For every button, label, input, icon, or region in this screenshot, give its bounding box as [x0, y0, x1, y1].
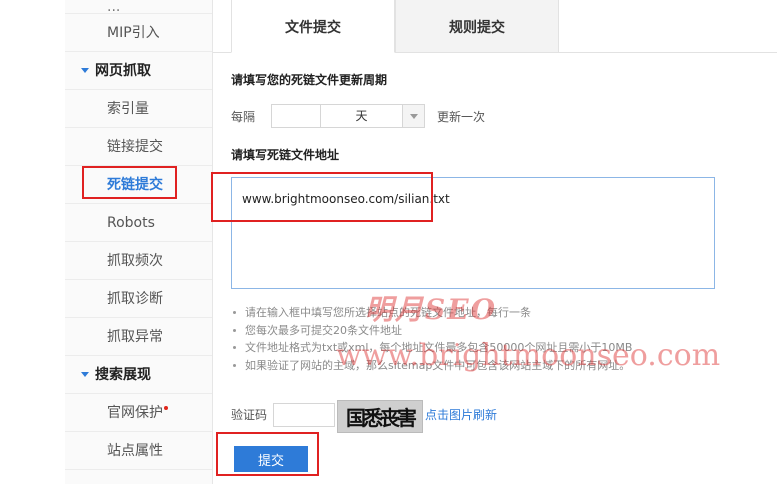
- main-panel: 文件提交 规则提交 请填写您的死链文件更新周期 每隔 天 更新一次 请填写死链文…: [213, 0, 777, 484]
- caret-down-icon: [81, 68, 89, 73]
- sidebar-item-crawl-diagnosis[interactable]: 抓取诊断: [65, 280, 212, 318]
- captcha-input[interactable]: [273, 402, 336, 427]
- tab-bar: 文件提交 规则提交: [231, 0, 559, 53]
- caret-down-icon: [81, 372, 89, 377]
- sidebar-item-clipped[interactable]: ...: [65, 0, 212, 14]
- period-suffix: 更新一次: [437, 109, 486, 124]
- sidebar-item-index[interactable]: 索引量: [65, 90, 212, 128]
- sidebar-group-crawl[interactable]: 网页抓取: [65, 52, 212, 90]
- period-title: 请填写您的死链文件更新周期: [231, 73, 388, 87]
- captcha-label: 验证码: [231, 408, 268, 422]
- notification-dot-icon: [164, 406, 168, 410]
- sidebar-item-crawl-errors[interactable]: 抓取异常: [65, 318, 212, 356]
- submit-button[interactable]: 提交: [234, 446, 308, 472]
- dropdown-arrow-icon[interactable]: [402, 105, 425, 127]
- captcha-row: 验证码 国悉丧害 点击图片刷新: [231, 398, 497, 433]
- watermark-url: www.brightmoonseo.com: [336, 338, 721, 373]
- sidebar-item-crawl-frequency[interactable]: 抓取频次: [65, 242, 212, 280]
- sidebar-group-display[interactable]: 搜索展现: [65, 356, 212, 394]
- sidebar-nav: ... MIP引入 网页抓取 索引量 链接提交 死链提交 Robots 抓取频次…: [65, 0, 213, 484]
- every-label: 每隔: [231, 109, 256, 124]
- sidebar-item-site-protection[interactable]: 官网保护: [65, 394, 212, 432]
- sidebar-item-link-submit[interactable]: 链接提交: [65, 128, 212, 166]
- period-unit-select[interactable]: 天: [321, 104, 426, 128]
- url-title: 请填写死链文件地址: [231, 148, 340, 162]
- period-row: 每隔 天 更新一次: [231, 104, 485, 128]
- captcha-image[interactable]: 国悉丧害: [337, 400, 424, 433]
- sidebar-item-robots[interactable]: Robots: [65, 204, 212, 242]
- sidebar-item-mip[interactable]: MIP引入: [65, 14, 212, 52]
- refresh-captcha-link[interactable]: 点击图片刷新: [425, 406, 497, 423]
- tab-rule-submit[interactable]: 规则提交: [395, 0, 559, 53]
- period-number-input[interactable]: [271, 104, 322, 128]
- watermark-logo: 明月SEO: [365, 293, 497, 326]
- period-unit-value: 天: [355, 109, 368, 123]
- tab-file-submit[interactable]: 文件提交: [231, 0, 395, 53]
- deadlink-url-textarea[interactable]: www.brightmoonseo.com/silian.txt: [231, 177, 715, 289]
- sidebar-item-deadlink-submit[interactable]: 死链提交: [65, 166, 212, 204]
- sidebar-item-site-attributes[interactable]: 站点属性: [65, 432, 212, 470]
